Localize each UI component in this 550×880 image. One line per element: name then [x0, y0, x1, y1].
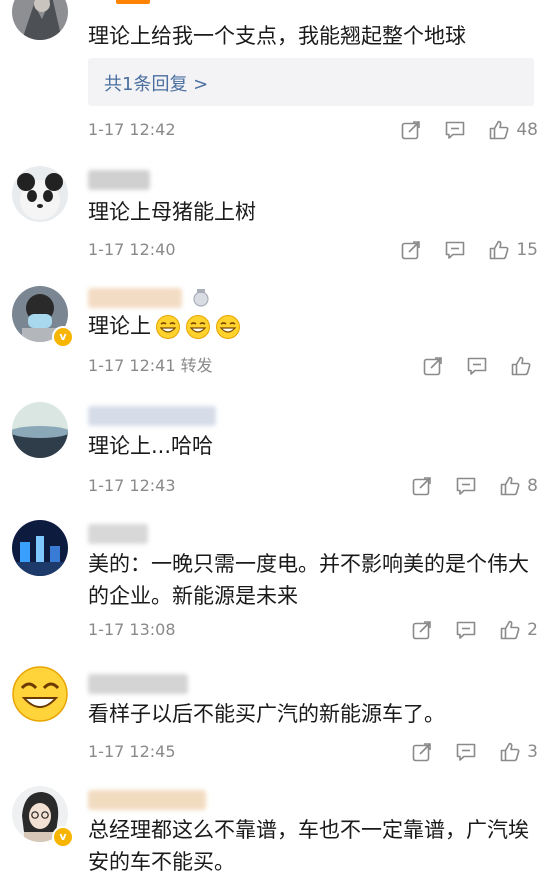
comment-icon [446, 241, 465, 259]
grin-emoji [186, 315, 210, 339]
username-blurred[interactable] [88, 406, 216, 426]
share-icon [402, 121, 421, 140]
comment-text: 看样子以后不能买广汽的新能源车了。 [88, 702, 445, 726]
comment-button[interactable] [455, 741, 477, 763]
comment-button[interactable] [444, 119, 466, 141]
medal-icon [193, 289, 209, 307]
share-button[interactable] [422, 355, 444, 377]
like-button[interactable]: 15 [488, 239, 538, 261]
comment-actions [400, 354, 538, 378]
comment-text: 理论上母猪能上树 [88, 200, 256, 224]
avatar[interactable] [12, 520, 68, 576]
comment-button[interactable] [466, 355, 488, 377]
username-blurred[interactable] [88, 170, 150, 190]
like-button[interactable]: 48 [488, 119, 538, 141]
comment-button[interactable] [444, 239, 466, 261]
grin-emoji [156, 315, 180, 339]
comment-icon [456, 477, 476, 495]
like-count: 8 [527, 476, 538, 496]
comment-actions: 8 [389, 474, 538, 498]
comment-icon [456, 621, 476, 639]
share-icon [402, 241, 421, 260]
like-count: 3 [527, 742, 538, 762]
comment-timestamp: 1-17 12:43 [88, 476, 176, 495]
comment-timestamp: 1-17 12:40 [88, 240, 176, 259]
comment-timestamp: 1-17 13:08 [88, 620, 176, 639]
verified-badge: v [52, 326, 74, 348]
reply-box[interactable]: 共1条回复 > [88, 58, 534, 106]
comment-actions: 2 [389, 618, 538, 642]
avatar[interactable] [12, 0, 68, 40]
like-icon [490, 240, 509, 260]
avatar[interactable] [12, 666, 68, 722]
comment-button[interactable] [455, 619, 477, 641]
comment-actions: 15 [378, 238, 538, 262]
comment-text: 美的：一晚只需一度电。并不影响美的是个伟大的企业。新能源是未来 [88, 552, 529, 608]
like-icon [500, 742, 520, 762]
comment-timestamp: 1-17 12:41 转发 [88, 356, 213, 375]
share-button[interactable] [400, 119, 422, 141]
share-icon [423, 357, 442, 376]
share-button[interactable] [400, 239, 422, 261]
comment-text: 理论上 [88, 310, 532, 342]
username-blurred[interactable] [88, 674, 188, 694]
comment-actions: 3 [389, 740, 538, 764]
comment-actions: 48 [378, 118, 538, 142]
comment-timestamp: 1-17 12:42 [88, 120, 176, 139]
view-replies-link[interactable]: 共1条回复 > [104, 70, 208, 96]
share-icon [412, 621, 431, 640]
username-blurred[interactable] [88, 524, 148, 544]
like-icon [511, 356, 531, 376]
avatar[interactable] [12, 402, 68, 458]
like-count: 15 [516, 240, 538, 260]
share-button[interactable] [411, 475, 433, 497]
share-icon [412, 477, 431, 496]
like-button[interactable]: 2 [499, 619, 538, 641]
like-count: 2 [527, 620, 538, 640]
like-icon [500, 476, 520, 496]
share-icon [412, 743, 431, 762]
comment-icon [446, 121, 465, 139]
top-accent-bar [116, 0, 150, 4]
like-count: 48 [516, 120, 538, 140]
comment-text-content: 理论上 [88, 314, 151, 338]
comment-icon [467, 357, 487, 375]
like-button[interactable] [510, 355, 538, 377]
comment-icon [456, 743, 476, 761]
like-button[interactable]: 3 [499, 741, 538, 763]
verified-badge: v [52, 826, 74, 848]
share-button[interactable] [411, 741, 433, 763]
like-button[interactable]: 8 [499, 475, 538, 497]
comment-text: 总经理都这么不靠谱，车也不一定靠谱，广汽埃安的车不能买。 [88, 818, 529, 874]
username-blurred[interactable] [88, 790, 206, 810]
comment-text: 理论上...哈哈 [88, 434, 214, 458]
grin-emoji [216, 315, 240, 339]
share-button[interactable] [411, 619, 433, 641]
comment-text: 理论上给我一个支点，我能翘起整个地球 [88, 24, 466, 48]
like-icon [500, 620, 520, 640]
like-icon [490, 120, 509, 140]
username-blurred[interactable] [88, 288, 182, 308]
avatar[interactable] [12, 166, 68, 222]
comment-button[interactable] [455, 475, 477, 497]
comment-timestamp: 1-17 12:45 [88, 742, 176, 761]
